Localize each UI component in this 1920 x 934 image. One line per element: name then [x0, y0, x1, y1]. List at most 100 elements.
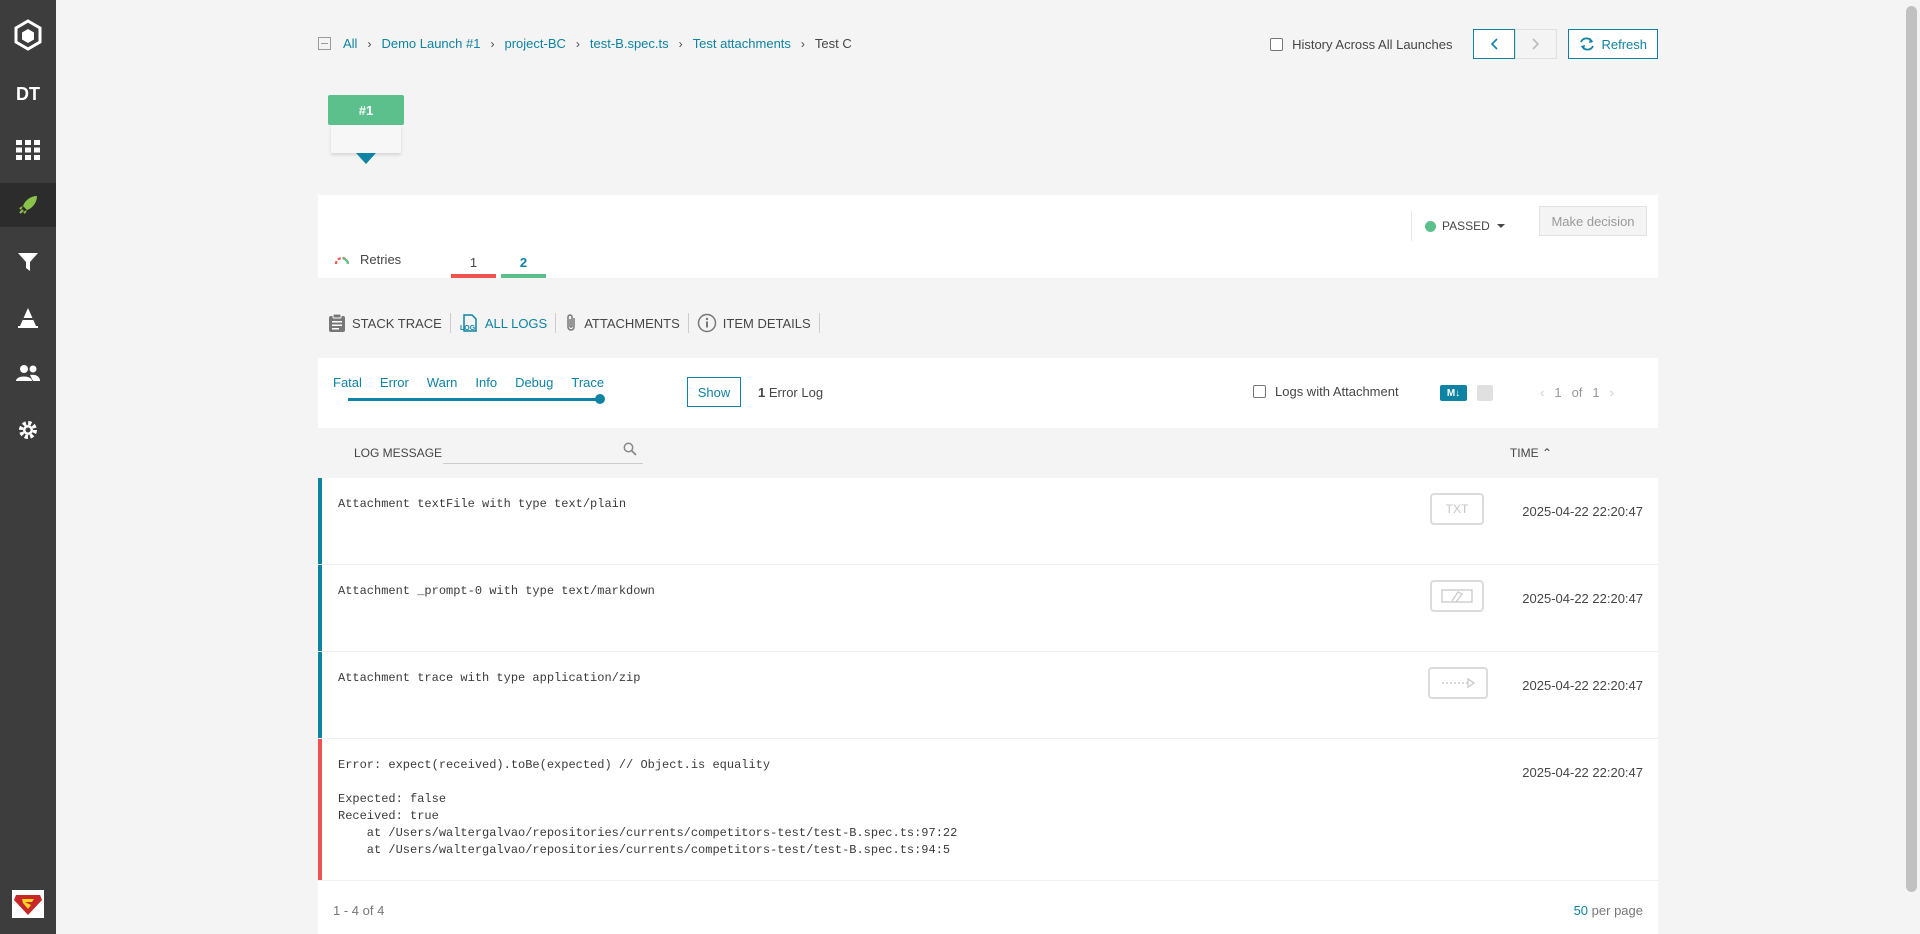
retry-status-bar: [451, 274, 496, 278]
paperclip-icon: [567, 314, 575, 331]
user-avatar[interactable]: [0, 882, 56, 926]
history-across-launches-checkbox[interactable]: [1270, 37, 1284, 51]
sidebar-item-settings[interactable]: [0, 408, 56, 452]
log-filter-bar: Fatal Error Warn Info Debug Trace Show 1…: [318, 358, 1658, 428]
breadcrumb-collapse-toggle[interactable]: [318, 37, 331, 50]
tab-item-details[interactable]: ITEM DETAILS: [697, 313, 820, 333]
report-portal-logo[interactable]: [0, 13, 56, 57]
column-time-sort[interactable]: TIME ⌃: [1510, 446, 1552, 460]
markdown-mode-icon[interactable]: M↓: [1440, 385, 1467, 401]
log-row[interactable]: Attachment trace with type application/z…: [318, 652, 1658, 739]
svg-text:LOG: LOG: [460, 325, 476, 332]
status-dropdown[interactable]: PASSED: [1411, 211, 1505, 241]
tab-stack-trace[interactable]: STACK TRACE: [328, 313, 451, 333]
retry-tab-2[interactable]: 2: [501, 246, 546, 278]
log-level-marker: [318, 565, 322, 651]
logs-with-attachment-checkbox[interactable]: [1253, 385, 1266, 398]
breadcrumb-item-suite[interactable]: Test attachments: [693, 36, 791, 51]
log-level-warn[interactable]: Warn: [427, 375, 458, 390]
retry-status-bar: [501, 274, 546, 278]
chevron-left-icon[interactable]: ‹: [1540, 385, 1544, 400]
page-scrollbar[interactable]: [1902, 0, 1920, 934]
log-row[interactable]: Attachment _prompt-0 with type text/mark…: [318, 565, 1658, 652]
log-time: 2025-04-22 22:20:47: [1522, 678, 1643, 693]
make-decision-button[interactable]: Make decision: [1539, 206, 1647, 236]
sidebar-item-members[interactable]: [0, 351, 56, 395]
members-icon: [16, 365, 40, 381]
retry-tab-label: 1: [469, 254, 478, 270]
log-level-fatal[interactable]: Fatal: [333, 375, 362, 390]
selected-run-pointer: [356, 153, 376, 164]
project-selector[interactable]: DT: [0, 72, 56, 116]
log-table-header: LOG MESSAGE TIME ⌃: [318, 428, 1658, 478]
per-page-value[interactable]: 50: [1574, 903, 1588, 918]
settings-icon: [19, 421, 37, 439]
log-level-slider-handle[interactable]: [595, 394, 605, 404]
tab-label: ATTACHMENTS: [584, 315, 680, 331]
chevron-right-icon: ›: [367, 36, 372, 51]
chevron-right-icon: ›: [490, 36, 495, 51]
tab-all-logs[interactable]: LOG ALL LOGS: [459, 313, 557, 333]
dashboard-icon: [16, 140, 40, 160]
sidebar-item-filters[interactable]: [0, 240, 56, 284]
log-time: 2025-04-22 22:20:47: [1522, 591, 1643, 606]
logo-icon: [14, 19, 42, 51]
breadcrumb-item-all[interactable]: All: [343, 36, 357, 51]
sidebar-item-dashboards[interactable]: [0, 128, 56, 172]
sidebar-item-launches[interactable]: [0, 183, 56, 227]
items-count: 1 - 4 of 4: [333, 903, 385, 918]
status-label: PASSED: [1442, 219, 1490, 233]
log-row[interactable]: Attachment textFile with type text/plain…: [318, 478, 1658, 565]
breadcrumb-item-current: Test C: [814, 36, 852, 51]
chevron-left-icon: [1491, 38, 1499, 50]
breadcrumb-item-project[interactable]: project-BC: [504, 36, 565, 51]
chevron-right-icon: ›: [678, 36, 683, 51]
page-current: 1: [1554, 385, 1562, 400]
log-level-error[interactable]: Error: [380, 375, 409, 390]
debug-icon: [18, 308, 38, 328]
chevron-right-icon[interactable]: ›: [1610, 385, 1614, 400]
log-level-slider-track[interactable]: [348, 398, 599, 401]
error-log-count: 1 Error Log: [758, 385, 823, 400]
info-icon: [697, 313, 717, 333]
txt-attachment-icon[interactable]: TXT: [1430, 493, 1484, 525]
main-content: All › Demo Launch #1 › project-BC › test…: [318, 0, 1658, 934]
breadcrumb-item-spec[interactable]: test-B.spec.ts: [590, 36, 669, 51]
logs-icon: LOG: [460, 314, 477, 332]
retry-tab-1[interactable]: 1: [451, 246, 496, 278]
log-row-error[interactable]: Error: expect(received).toBe(expected) /…: [318, 739, 1658, 881]
log-level-debug[interactable]: Debug: [515, 375, 553, 390]
log-message: Error: expect(received).toBe(expected) /…: [338, 758, 958, 857]
archive-icon: [1442, 677, 1476, 689]
markdown-attachment-icon[interactable]: [1430, 580, 1484, 612]
logs-with-attachment-label: Logs with Attachment: [1275, 384, 1399, 399]
log-message: Attachment textFile with type text/plain: [338, 497, 627, 511]
log-level-info[interactable]: Info: [475, 375, 497, 390]
per-page-label: per page: [1591, 903, 1643, 918]
sidebar-item-debug[interactable]: [0, 296, 56, 340]
log-search-input[interactable]: [443, 438, 643, 464]
caret-down-icon: [1496, 224, 1505, 228]
attachment-preview-icon: [1441, 589, 1473, 603]
log-level-trace[interactable]: Trace: [571, 375, 604, 390]
log-pager: ‹ 1 of 1 ›: [1540, 385, 1614, 400]
next-item-button[interactable]: [1515, 29, 1558, 59]
breadcrumb-item-launch[interactable]: Demo Launch #1: [381, 36, 480, 51]
log-time: 2025-04-22 22:20:47: [1522, 765, 1643, 780]
scrollbar-thumb[interactable]: [1906, 6, 1917, 892]
avatar: [12, 890, 44, 918]
history-run-badge[interactable]: #1: [328, 95, 404, 125]
previous-item-button[interactable]: [1473, 29, 1516, 59]
log-table-footer: 1 - 4 of 4 50 per page: [318, 881, 1658, 934]
console-mode-icon[interactable]: [1477, 385, 1493, 401]
refresh-button[interactable]: Refresh: [1568, 29, 1658, 59]
zip-attachment-icon[interactable]: [1428, 667, 1488, 699]
tab-attachments[interactable]: ATTACHMENTS: [564, 313, 689, 333]
log-message: Attachment trace with type application/z…: [338, 671, 641, 685]
retries-icon: [334, 256, 350, 264]
retry-tab-label: 2: [519, 254, 528, 270]
clipboard-icon: [329, 313, 345, 332]
search-icon: [623, 442, 637, 456]
show-error-logs-button[interactable]: Show: [687, 377, 741, 407]
retries-label: Retries: [360, 252, 402, 267]
